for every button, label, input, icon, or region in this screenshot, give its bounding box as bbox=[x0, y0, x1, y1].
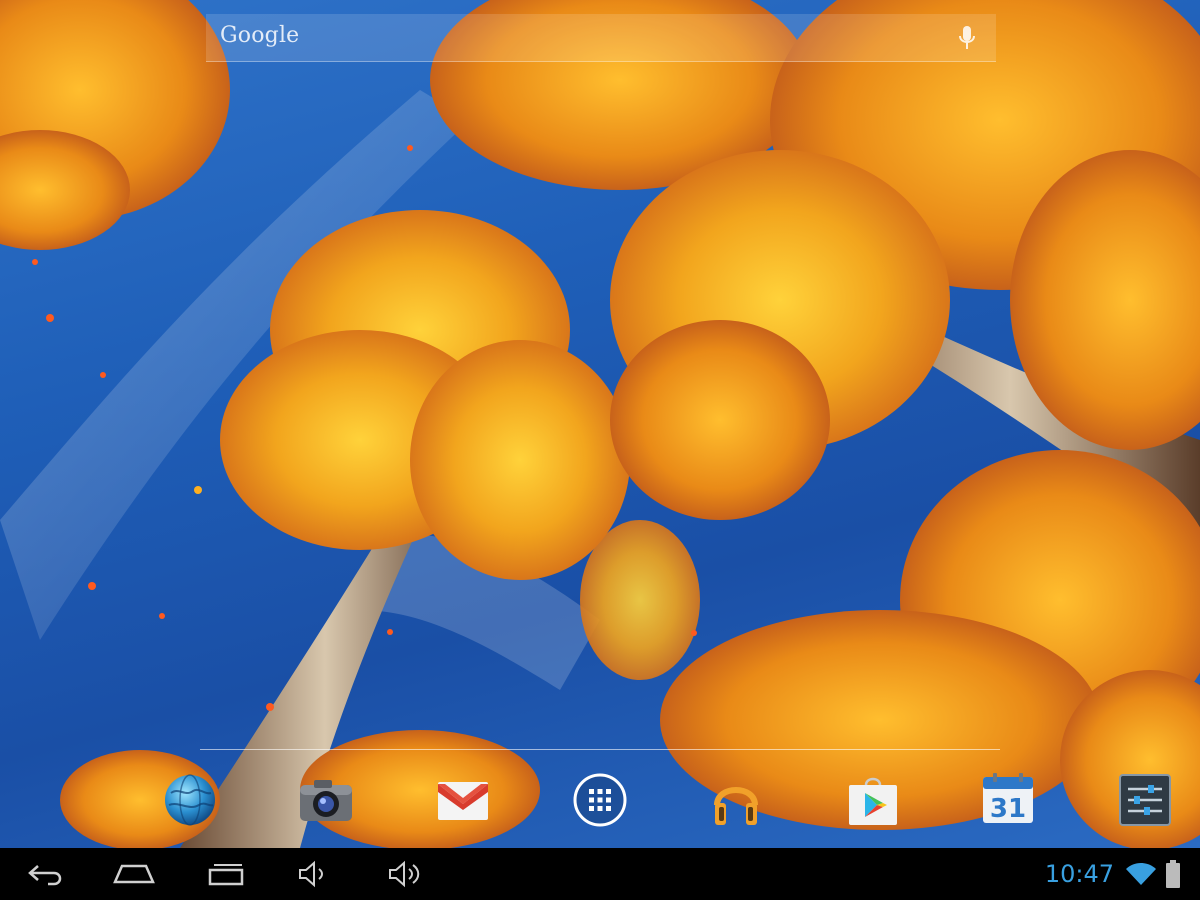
volume-down-button[interactable] bbox=[292, 860, 336, 888]
back-button[interactable] bbox=[24, 860, 68, 888]
headphones-icon bbox=[714, 787, 758, 825]
gmail-app-icon[interactable] bbox=[435, 772, 491, 828]
battery-icon bbox=[1166, 860, 1180, 892]
settings-sliders-icon bbox=[1119, 774, 1171, 826]
home-wallpaper bbox=[0, 0, 1200, 848]
calendar-app-icon[interactable]: 31 bbox=[980, 772, 1036, 828]
play-store-app-icon[interactable] bbox=[845, 772, 901, 828]
home-icon bbox=[113, 864, 155, 884]
back-icon bbox=[28, 865, 62, 886]
status-clock: 10:47 bbox=[1044, 860, 1114, 888]
gmail-icon bbox=[438, 782, 488, 820]
recent-apps-button[interactable] bbox=[204, 860, 248, 888]
wifi-icon bbox=[1124, 861, 1158, 891]
camera-icon bbox=[300, 780, 352, 821]
microphone-icon[interactable] bbox=[956, 24, 978, 52]
dock-divider bbox=[200, 749, 1000, 750]
globe-icon bbox=[165, 774, 215, 826]
apps-grid-icon bbox=[573, 773, 627, 827]
volume-up-button[interactable] bbox=[382, 860, 426, 888]
calendar-icon: 31 bbox=[983, 773, 1033, 824]
play-music-app-icon[interactable] bbox=[708, 772, 764, 828]
home-button[interactable] bbox=[112, 860, 156, 888]
browser-app-icon[interactable] bbox=[162, 772, 218, 828]
system-navigation-bar: 10:47 bbox=[0, 848, 1200, 900]
app-dock: 31 bbox=[0, 768, 1200, 838]
calendar-day-badge: 31 bbox=[990, 794, 1026, 824]
settings-app-icon[interactable] bbox=[1117, 772, 1173, 828]
google-search-widget[interactable]: Google bbox=[206, 14, 996, 62]
play-store-icon bbox=[849, 777, 897, 825]
camera-app-icon[interactable] bbox=[298, 772, 354, 828]
volume-up-icon bbox=[389, 860, 420, 888]
app-drawer-button[interactable] bbox=[572, 772, 628, 828]
google-logo: Google bbox=[220, 23, 300, 48]
autumn-trees-wallpaper bbox=[0, 0, 1200, 848]
recent-apps-icon bbox=[208, 864, 244, 886]
volume-down-icon bbox=[299, 860, 323, 888]
